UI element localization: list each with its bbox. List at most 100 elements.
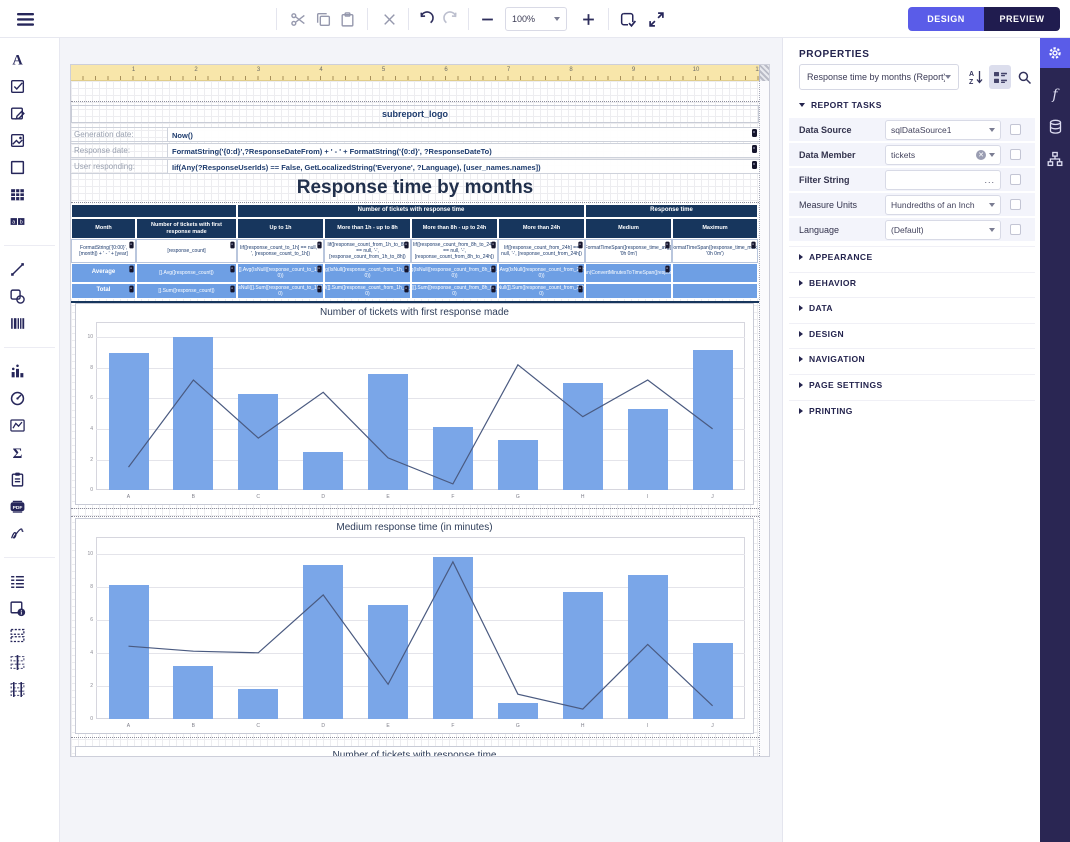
section-appearance[interactable]: APPEARANCE <box>799 252 873 262</box>
field-row[interactable]: Response date:FormatString('{0:d}',?Resp… <box>71 143 759 158</box>
summary-tool-icon[interactable]: Σ <box>4 439 30 466</box>
band-separator[interactable] <box>71 516 759 517</box>
table-cell[interactable]: FormatTimeSpan(ConvertMinutesToTimeSpan(… <box>585 263 672 283</box>
field-expression[interactable]: FormatString('{0:d}',?ResponseDateFrom) … <box>168 144 759 157</box>
redo-icon[interactable] <box>440 8 463 31</box>
property-editor[interactable]: Hundredths of an Inch <box>885 195 1001 215</box>
pdf-content-tool-icon[interactable]: PDF <box>4 493 30 520</box>
table-cell[interactable]: [].Avg(IsNull([response_count_from_24h],… <box>498 263 585 283</box>
zoom-in-icon[interactable] <box>577 8 600 31</box>
menu-icon[interactable] <box>14 8 37 31</box>
table-header-cell[interactable]: Medium <box>585 218 672 239</box>
table-cell[interactable]: [].Avg(IsNull([response_count_from_8h_to… <box>411 263 498 283</box>
property-editor[interactable]: ... <box>885 170 1001 190</box>
panel-tool-icon[interactable] <box>4 154 30 181</box>
table-cell[interactable]: IsNull([].Sum([response_count_from_8h_to… <box>411 283 498 299</box>
table-cell[interactable]: FormatTimeSpan([response_time_max], '0h … <box>672 239 758 263</box>
table-tool-icon[interactable] <box>4 181 30 208</box>
property-expression-checkbox[interactable] <box>1010 174 1021 185</box>
label-tool-icon[interactable]: A <box>4 46 30 73</box>
zoom-out-icon[interactable] <box>476 8 499 31</box>
picture-box-tool-icon[interactable] <box>4 127 30 154</box>
table-cell[interactable]: [response_count] <box>136 239 237 263</box>
property-editor[interactable]: tickets✕ <box>885 145 1001 165</box>
copy-icon[interactable] <box>312 8 335 31</box>
search-icon[interactable] <box>1013 65 1035 89</box>
rich-text-tool-icon[interactable] <box>4 100 30 127</box>
table-cell[interactable]: Iif([response_count_from_24h] == null, '… <box>498 239 585 263</box>
chart-control-response-time[interactable]: Number of tickets with response time <box>75 746 754 757</box>
sparkline-tool-icon[interactable] <box>4 412 30 439</box>
tab-report-explorer[interactable] <box>1040 144 1070 174</box>
table-header-cell[interactable]: Maximum <box>672 218 758 239</box>
table-cell[interactable]: Iif([response_count_from_8h_to_24h] == n… <box>411 239 498 263</box>
chevron-down-icon[interactable] <box>989 153 995 157</box>
field-expression[interactable]: Iif(Any(?ResponseUserIds) == False, GetL… <box>168 160 759 173</box>
table-header-cell[interactable]: More than 8h - up to 24h <box>411 218 498 239</box>
chart-tool-icon[interactable] <box>4 358 30 385</box>
character-comb-tool-icon[interactable]: ab <box>4 208 30 235</box>
gauge-tool-icon[interactable] <box>4 385 30 412</box>
table-cell[interactable] <box>585 283 672 299</box>
report-table[interactable]: Number of tickets with response timeResp… <box>71 204 759 299</box>
section-data[interactable]: DATA <box>799 303 833 313</box>
validate-icon[interactable] <box>616 8 639 31</box>
section-page-settings[interactable]: PAGE SETTINGS <box>799 380 883 390</box>
cross-band-box-tool-icon[interactable] <box>4 676 30 703</box>
chevron-down-icon[interactable] <box>989 203 995 207</box>
table-cell[interactable]: Iif([response_count_to_1h] == null, '-',… <box>237 239 324 263</box>
property-expression-checkbox[interactable] <box>1010 149 1021 160</box>
band-separator[interactable] <box>71 202 759 203</box>
category-view-icon[interactable] <box>989 65 1011 89</box>
table-cell[interactable]: [].Avg(IsNull([response_count_to_1h], 0)… <box>237 263 324 283</box>
fullscreen-icon[interactable] <box>645 8 668 31</box>
table-cell[interactable]: Iif([response_count_from_1h_to_8h] == nu… <box>324 239 411 263</box>
property-editor[interactable]: sqlDataSource1 <box>885 120 1001 140</box>
cut-icon[interactable] <box>287 8 310 31</box>
ruler-margin-handle[interactable] <box>759 65 770 81</box>
property-expression-checkbox[interactable] <box>1010 224 1021 235</box>
report-title-label[interactable]: Response time by months <box>71 173 759 203</box>
table-cell[interactable]: FormatString('{0:00}', [month]) + ' - ' … <box>71 239 136 263</box>
table-header-cell[interactable]: More than 1h - up to 8h <box>324 218 411 239</box>
signature-tool-icon[interactable] <box>4 520 30 547</box>
horizontal-ruler[interactable]: 1234567891011 <box>71 65 759 81</box>
table-group-header-cell[interactable]: Response time <box>585 204 758 218</box>
section-printing[interactable]: PRINTING <box>799 406 853 416</box>
table-cell[interactable]: Total <box>71 283 136 299</box>
table-cell[interactable]: [].Avg([response_count]) <box>136 263 237 283</box>
table-group-header-cell[interactable]: Number of tickets with response time <box>237 204 585 218</box>
table-header-cell[interactable]: Number of tickets with first response ma… <box>136 218 237 239</box>
report-page[interactable]: 1234567891011 subreport_logo Generation … <box>70 64 770 757</box>
shape-tool-icon[interactable] <box>4 283 30 310</box>
field-row[interactable]: User responding:Iif(Any(?ResponseUserIds… <box>71 159 759 174</box>
table-cell[interactable] <box>672 263 758 283</box>
clear-icon[interactable]: ✕ <box>976 150 986 160</box>
table-of-contents-tool-icon[interactable] <box>4 568 30 595</box>
subreport-tool-icon[interactable]: i <box>4 595 30 622</box>
undo-icon[interactable] <box>414 8 437 31</box>
section-navigation[interactable]: NAVIGATION <box>799 354 865 364</box>
field-expression[interactable]: Now() <box>168 128 759 141</box>
page-break-tool-icon[interactable] <box>4 622 30 649</box>
ellipsis-button[interactable]: ... <box>984 175 995 185</box>
page-info-tool-icon[interactable] <box>4 466 30 493</box>
section-report-tasks[interactable]: REPORT TASKS <box>799 100 882 110</box>
table-cell[interactable]: FormatTimeSpan([response_time_avg], '0h … <box>585 239 672 263</box>
component-selector[interactable]: Response time by months (Report) <box>799 64 959 90</box>
table-header-cell[interactable]: Month <box>71 218 136 239</box>
section-design[interactable]: DESIGN <box>799 329 844 339</box>
paste-icon[interactable] <box>336 8 359 31</box>
design-button[interactable]: DESIGN <box>908 7 984 31</box>
band-separator[interactable] <box>71 737 759 738</box>
chart-control-first-response[interactable]: Number of tickets with first response ma… <box>75 303 754 505</box>
table-cell[interactable]: [].Avg(IsNull([response_count_from_1h_to… <box>324 263 411 283</box>
table-cell[interactable]: [].Sum([response_count]) <box>136 283 237 299</box>
table-cell[interactable]: Average <box>71 263 136 283</box>
band-separator[interactable] <box>71 508 759 509</box>
tab-field-list[interactable] <box>1040 112 1070 142</box>
table-group-header-cell[interactable] <box>71 204 237 218</box>
chevron-down-icon[interactable] <box>989 128 995 132</box>
cross-band-line-tool-icon[interactable] <box>4 649 30 676</box>
subreport-logo-control[interactable]: subreport_logo <box>71 105 759 123</box>
